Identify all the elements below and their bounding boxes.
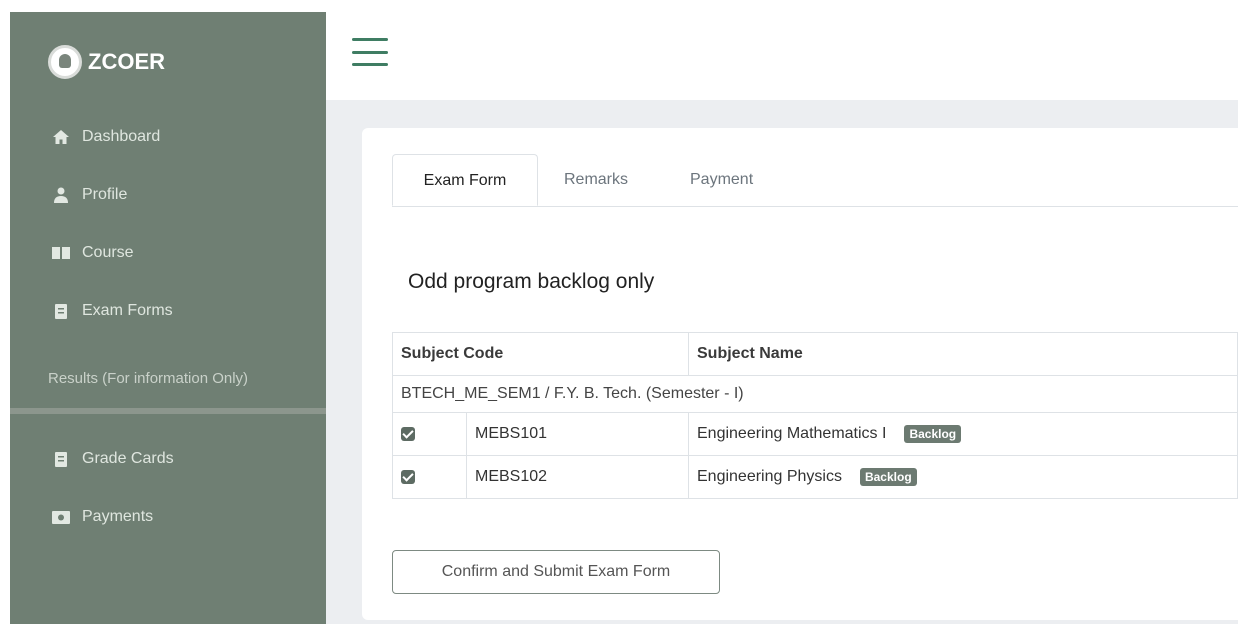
subject-name: Engineering Physics — [697, 468, 842, 486]
book-icon — [52, 245, 70, 261]
home-icon — [52, 129, 70, 145]
document-icon — [52, 451, 70, 467]
table-row: MEBS101 Engineering Mathematics I Backlog — [392, 412, 1238, 456]
hamburger-line — [352, 50, 388, 54]
backlog-badge: Backlog — [904, 424, 962, 443]
tab-remarks[interactable]: Remarks — [564, 154, 628, 206]
sidebar-item-profile[interactable]: Profile — [52, 180, 127, 210]
tab-bar: Exam Form Remarks Payment — [392, 154, 1238, 207]
subject-name-cell: Engineering Physics Backlog — [688, 455, 1238, 499]
tab-exam-form[interactable]: Exam Form — [392, 154, 538, 206]
sidebar-item-label: Exam Forms — [82, 302, 173, 319]
row-checkbox-cell — [392, 455, 467, 499]
semester-group-label: BTECH_ME_SEM1 / F.Y. B. Tech. (Semester … — [392, 375, 1238, 413]
subject-name-cell: Engineering Mathematics I Backlog — [688, 412, 1238, 456]
brand[interactable]: ZCOER — [48, 40, 165, 84]
subject-code: MEBS102 — [466, 455, 689, 499]
hamburger-line — [352, 63, 388, 66]
subjects-table: Subject Code Subject Name BTECH_ME_SEM1 … — [392, 332, 1238, 499]
table-row: MEBS102 Engineering Physics Backlog — [392, 455, 1238, 499]
row-checkbox[interactable] — [401, 469, 415, 484]
backlog-badge: Backlog — [859, 467, 917, 486]
college-logo-icon — [48, 45, 82, 79]
confirm-submit-button[interactable]: Confirm and Submit Exam Form — [392, 550, 720, 594]
sidebar-item-label: Dashboard — [82, 128, 161, 145]
sidebar-item-label: Grade Cards — [82, 450, 174, 467]
sidebar-item-label: Course — [82, 244, 134, 261]
row-checkbox[interactable] — [401, 426, 415, 441]
table-header-row: Subject Code Subject Name — [392, 332, 1238, 376]
sidebar-item-course[interactable]: Course — [52, 238, 134, 268]
tab-payment[interactable]: Payment — [690, 154, 753, 206]
sidebar-item-payments[interactable]: Payments — [52, 502, 153, 532]
brand-name: ZCOER — [88, 49, 165, 74]
section-label-results: Results (For information Only) — [10, 368, 362, 414]
column-header-subject-name: Subject Name — [688, 332, 1238, 376]
hamburger-line — [352, 38, 388, 41]
money-icon — [52, 509, 70, 525]
column-header-subject-code: Subject Code — [392, 332, 689, 376]
row-checkbox-cell — [392, 412, 467, 456]
subject-name: Engineering Mathematics I — [697, 425, 887, 443]
sidebar-item-exam-forms[interactable]: Exam Forms — [52, 296, 173, 326]
subject-code: MEBS101 — [466, 412, 689, 456]
document-icon — [52, 303, 70, 319]
page-heading: Odd program backlog only — [408, 270, 655, 293]
user-icon — [52, 187, 70, 203]
sidebar-item-dashboard[interactable]: Dashboard — [52, 122, 160, 152]
sidebar: ZCOER Dashboard Profile Course Exam Form… — [10, 12, 362, 624]
table-group-row: BTECH_ME_SEM1 / F.Y. B. Tech. (Semester … — [392, 375, 1238, 413]
sidebar-item-grade-cards[interactable]: Grade Cards — [52, 444, 174, 474]
menu-toggle-icon[interactable] — [352, 38, 388, 66]
sidebar-item-label: Profile — [82, 186, 128, 203]
sidebar-item-label: Payments — [82, 508, 154, 525]
